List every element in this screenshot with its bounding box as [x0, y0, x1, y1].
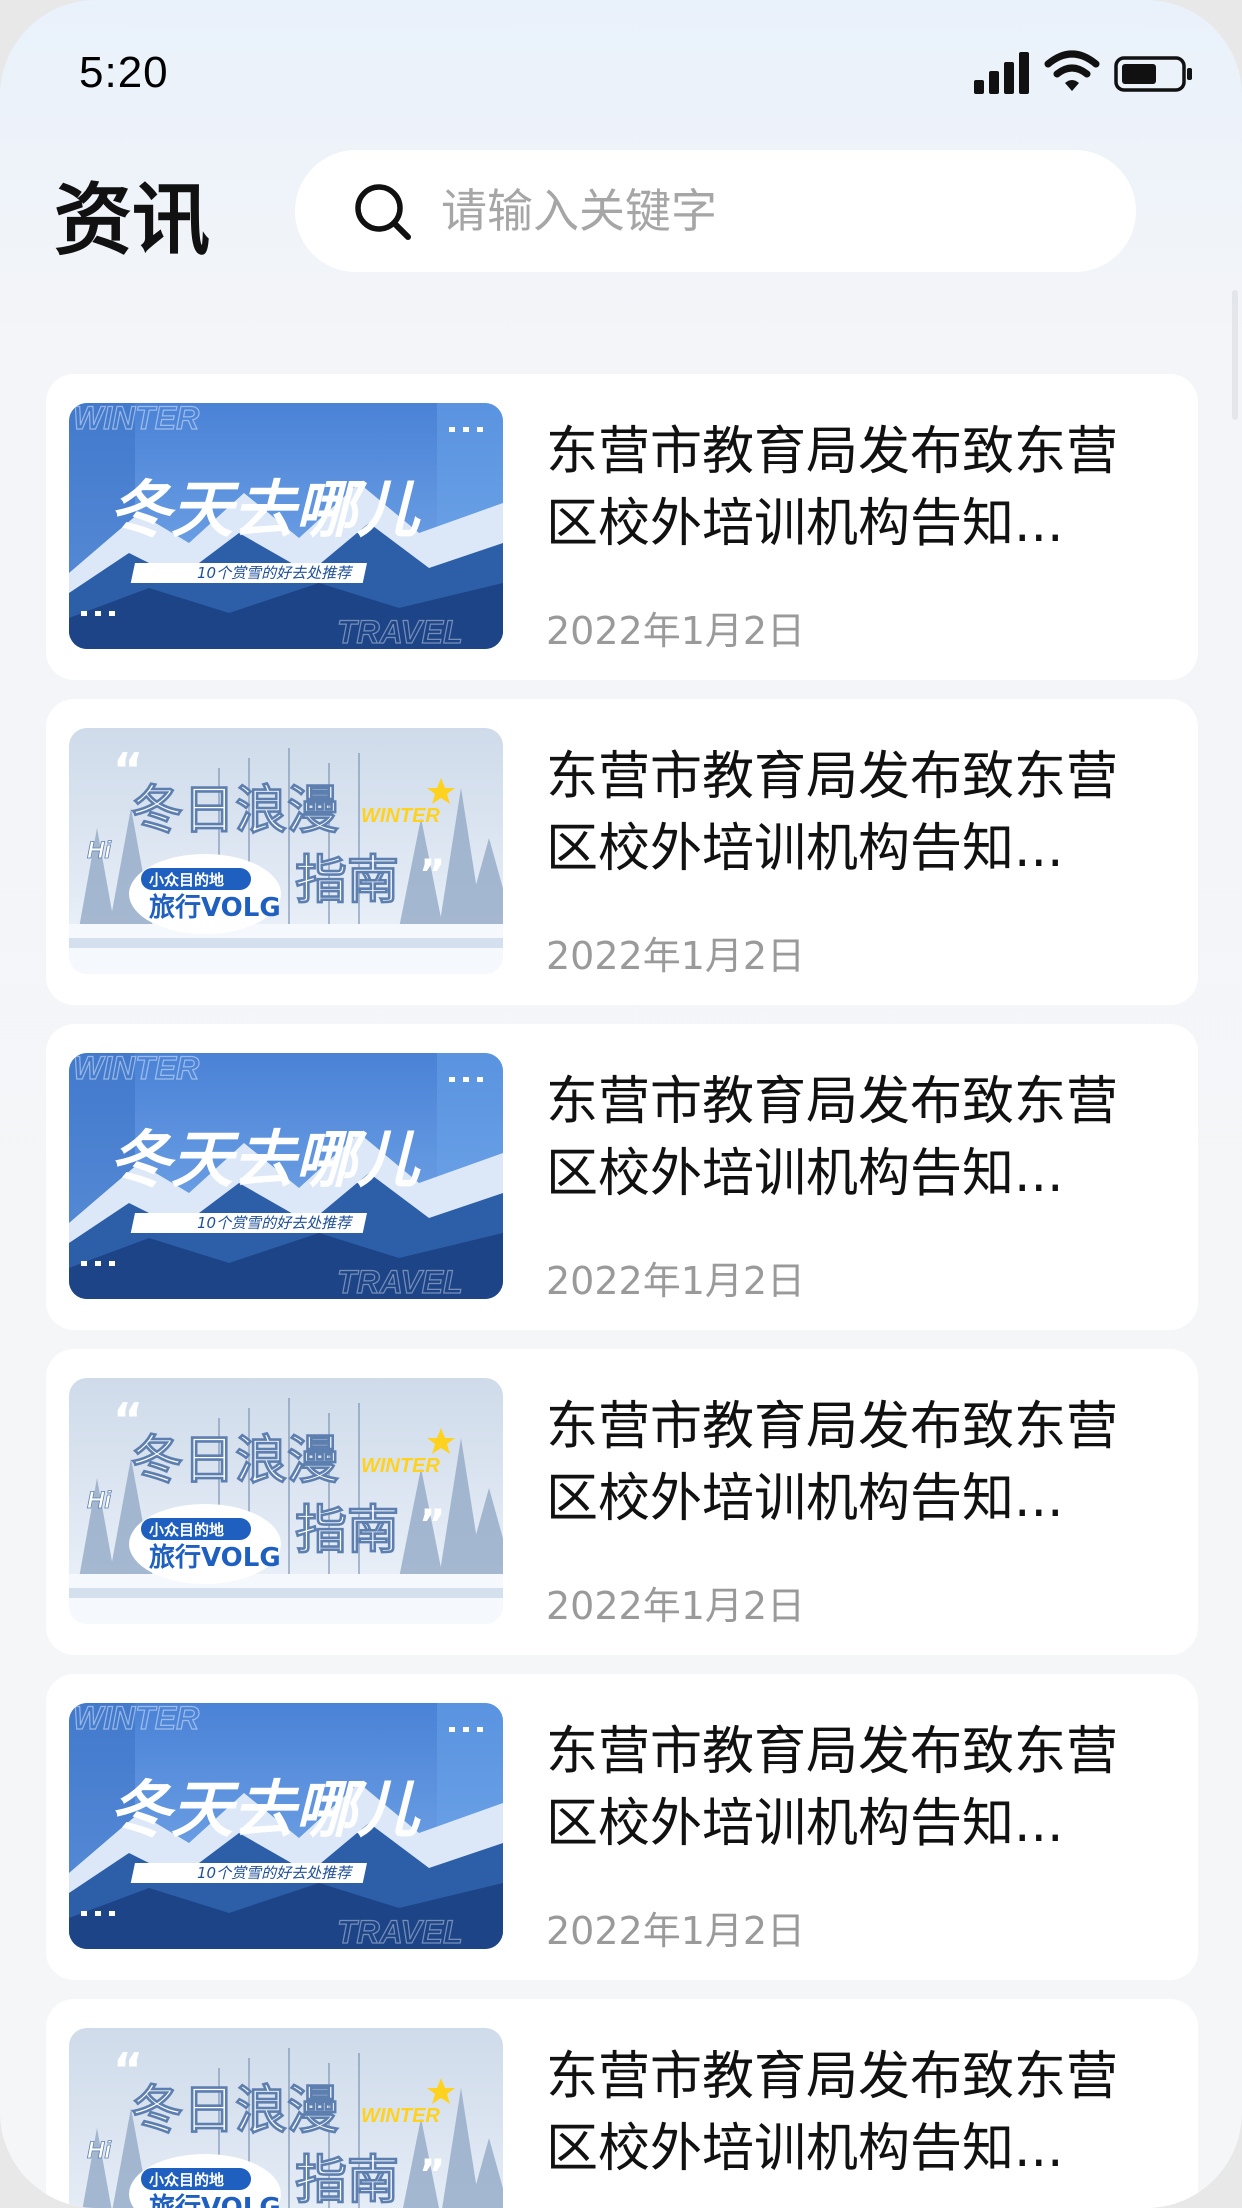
news-title-line-2: 区校外培训机构告知...: [546, 1469, 1064, 1529]
news-card-2[interactable]: “ 冬日浪漫 指南 ” WINTER 小众目的地 旅行VOLG Hi 东营市教育…: [46, 699, 1198, 1005]
search-input[interactable]: [441, 178, 1081, 244]
thumbnail-text-tag-top: WINTER: [73, 1703, 199, 1736]
news-thumbnail[interactable]: WINTER 冬天去哪儿 10个赏雪的好去处推荐 TRAVEL: [69, 403, 503, 649]
thumbnail-text-heading-2: 指南: [295, 1501, 399, 1561]
thumbnail-text-badge-1: 小众目的地: [149, 1521, 224, 1539]
thumbnail-text-tag-top: WINTER: [73, 1053, 199, 1086]
thumbnail-text-badge-1: 小众目的地: [149, 2171, 224, 2189]
news-date: 2022年1月2日: [546, 1259, 806, 1303]
news-title-line-2: 区校外培训机构告知...: [546, 2119, 1064, 2179]
news-card-5[interactable]: WINTER 冬天去哪儿 10个赏雪的好去处推荐 TRAVEL 东营市教育局发布…: [46, 1674, 1198, 1980]
thumbnail-text-tag-bottom: TRAVEL: [337, 1264, 463, 1299]
news-title[interactable]: 东营市教育局发布致东营 区校外培训机构告知...: [546, 2041, 1176, 2185]
news-title-line-1: 东营市教育局发布致东营: [546, 2047, 1119, 2107]
thumbnail-text-heading-1: 冬日浪漫: [131, 1431, 339, 1491]
thumbnail-text-badge-1: 小众目的地: [149, 871, 224, 889]
thumbnail-winter-where: WINTER 冬天去哪儿 10个赏雪的好去处推荐 TRAVEL: [69, 403, 503, 649]
news-title-line-2: 区校外培训机构告知...: [546, 819, 1064, 879]
thumbnail-text-side: Hi: [87, 837, 112, 864]
thumbnail-text-side: Hi: [87, 2137, 112, 2164]
thumbnail-text-heading: 冬天去哪儿: [109, 1123, 421, 1196]
thumbnail-text-tag: WINTER: [361, 805, 440, 827]
news-title-line-1: 东营市教育局发布致东营: [546, 1397, 1119, 1457]
search-icon: [355, 184, 411, 240]
scrollbar[interactable]: [1232, 290, 1238, 420]
thumbnail-winter-romance: “ 冬日浪漫 指南 ” WINTER 小众目的地 旅行VOLG Hi: [69, 2028, 503, 2208]
news-title-line-1: 东营市教育局发布致东营: [546, 1722, 1119, 1782]
news-title-line-1: 东营市教育局发布致东营: [546, 422, 1119, 482]
signal-icon: [974, 52, 1029, 94]
svg-text:”: ”: [419, 1502, 445, 1548]
news-title-line-2: 区校外培训机构告知...: [546, 1144, 1064, 1204]
svg-text:”: ”: [419, 852, 445, 898]
news-title-line-1: 东营市教育局发布致东营: [546, 1072, 1119, 1132]
thumbnail-winter-romance: “ 冬日浪漫 指南 ” WINTER 小众目的地 旅行VOLG Hi: [69, 728, 503, 974]
news-thumbnail[interactable]: “ 冬日浪漫 指南 ” WINTER 小众目的地 旅行VOLG Hi: [69, 728, 503, 974]
thumbnail-text-badge-2: 旅行VOLG: [149, 1542, 281, 1573]
page-title: 资讯: [54, 176, 211, 266]
news-title[interactable]: 东营市教育局发布致东营 区校外培训机构告知...: [546, 416, 1176, 560]
news-card-3[interactable]: WINTER 冬天去哪儿 10个赏雪的好去处推荐 TRAVEL 东营市教育局发布…: [46, 1024, 1198, 1330]
news-thumbnail[interactable]: “ 冬日浪漫 指南 ” WINTER 小众目的地 旅行VOLG Hi: [69, 2028, 503, 2208]
thumbnail-text-tag: WINTER: [361, 2105, 440, 2127]
thumbnail-text-side: Hi: [87, 1487, 112, 1514]
svg-text:”: ”: [419, 2152, 445, 2198]
thumbnail-text-tag-top: WINTER: [73, 403, 199, 436]
thumbnail-text-caption: 10个赏雪的好去处推荐: [197, 564, 354, 582]
thumbnail-text-heading: 冬天去哪儿: [109, 473, 421, 546]
news-title[interactable]: 东营市教育局发布致东营 区校外培训机构告知...: [546, 1716, 1176, 1860]
thumbnail-text-caption: 10个赏雪的好去处推荐: [197, 1214, 354, 1232]
thumbnail-text-tag-bottom: TRAVEL: [337, 614, 463, 649]
thumbnail-text-heading-2: 指南: [295, 2151, 399, 2208]
news-card-6[interactable]: “ 冬日浪漫 指南 ” WINTER 小众目的地 旅行VOLG Hi 东营市教育…: [46, 1999, 1198, 2208]
thumbnail-text-heading-1: 冬日浪漫: [131, 781, 339, 841]
news-title[interactable]: 东营市教育局发布致东营 区校外培训机构告知...: [546, 741, 1176, 885]
news-title-line-2: 区校外培训机构告知...: [546, 1794, 1064, 1854]
status-time: 5:20: [79, 48, 169, 97]
thumbnail-text-heading-2: 指南: [295, 851, 399, 911]
thumbnail-winter-where: WINTER 冬天去哪儿 10个赏雪的好去处推荐 TRAVEL: [69, 1053, 503, 1299]
news-card-4[interactable]: “ 冬日浪漫 指南 ” WINTER 小众目的地 旅行VOLG Hi 东营市教育…: [46, 1349, 1198, 1655]
news-thumbnail[interactable]: “ 冬日浪漫 指南 ” WINTER 小众目的地 旅行VOLG Hi: [69, 1378, 503, 1624]
news-thumbnail[interactable]: WINTER 冬天去哪儿 10个赏雪的好去处推荐 TRAVEL: [69, 1053, 503, 1299]
news-title[interactable]: 东营市教育局发布致东营 区校外培训机构告知...: [546, 1391, 1176, 1535]
battery-icon: [1114, 56, 1192, 92]
phone-screen: 5:20 资讯 请输入关键字 WINTER 冬天去哪儿 10个赏雪的好去处推荐 …: [0, 0, 1242, 2208]
thumbnail-text-heading-1: 冬日浪漫: [131, 2081, 339, 2141]
thumbnail-winter-romance: “ 冬日浪漫 指南 ” WINTER 小众目的地 旅行VOLG Hi: [69, 1378, 503, 1624]
thumbnail-text-tag-bottom: TRAVEL: [337, 1914, 463, 1949]
news-card-1[interactable]: WINTER 冬天去哪儿 10个赏雪的好去处推荐 TRAVEL 东营市教育局发布…: [46, 374, 1198, 680]
news-thumbnail[interactable]: WINTER 冬天去哪儿 10个赏雪的好去处推荐 TRAVEL: [69, 1703, 503, 1949]
thumbnail-text-caption: 10个赏雪的好去处推荐: [197, 1864, 354, 1882]
news-date: 2022年1月2日: [546, 609, 806, 653]
search-bar[interactable]: [295, 150, 1136, 272]
thumbnail-text-heading: 冬天去哪儿: [109, 1773, 421, 1846]
thumbnail-text-badge-2: 旅行VOLG: [149, 892, 281, 923]
news-date: 2022年1月2日: [546, 1584, 806, 1628]
status-bar: 5:20: [0, 0, 1242, 130]
news-title-line-1: 东营市教育局发布致东营: [546, 747, 1119, 807]
thumbnail-text-badge-2: 旅行VOLG: [149, 2192, 281, 2208]
news-date: 2022年1月2日: [546, 934, 806, 978]
thumbnail-winter-where: WINTER 冬天去哪儿 10个赏雪的好去处推荐 TRAVEL: [69, 1703, 503, 1949]
news-title[interactable]: 东营市教育局发布致东营 区校外培训机构告知...: [546, 1066, 1176, 1210]
wifi-icon: [1044, 50, 1100, 91]
thumbnail-text-tag: WINTER: [361, 1455, 440, 1477]
news-title-line-2: 区校外培训机构告知...: [546, 494, 1064, 554]
news-date: 2022年1月2日: [546, 1909, 806, 1953]
